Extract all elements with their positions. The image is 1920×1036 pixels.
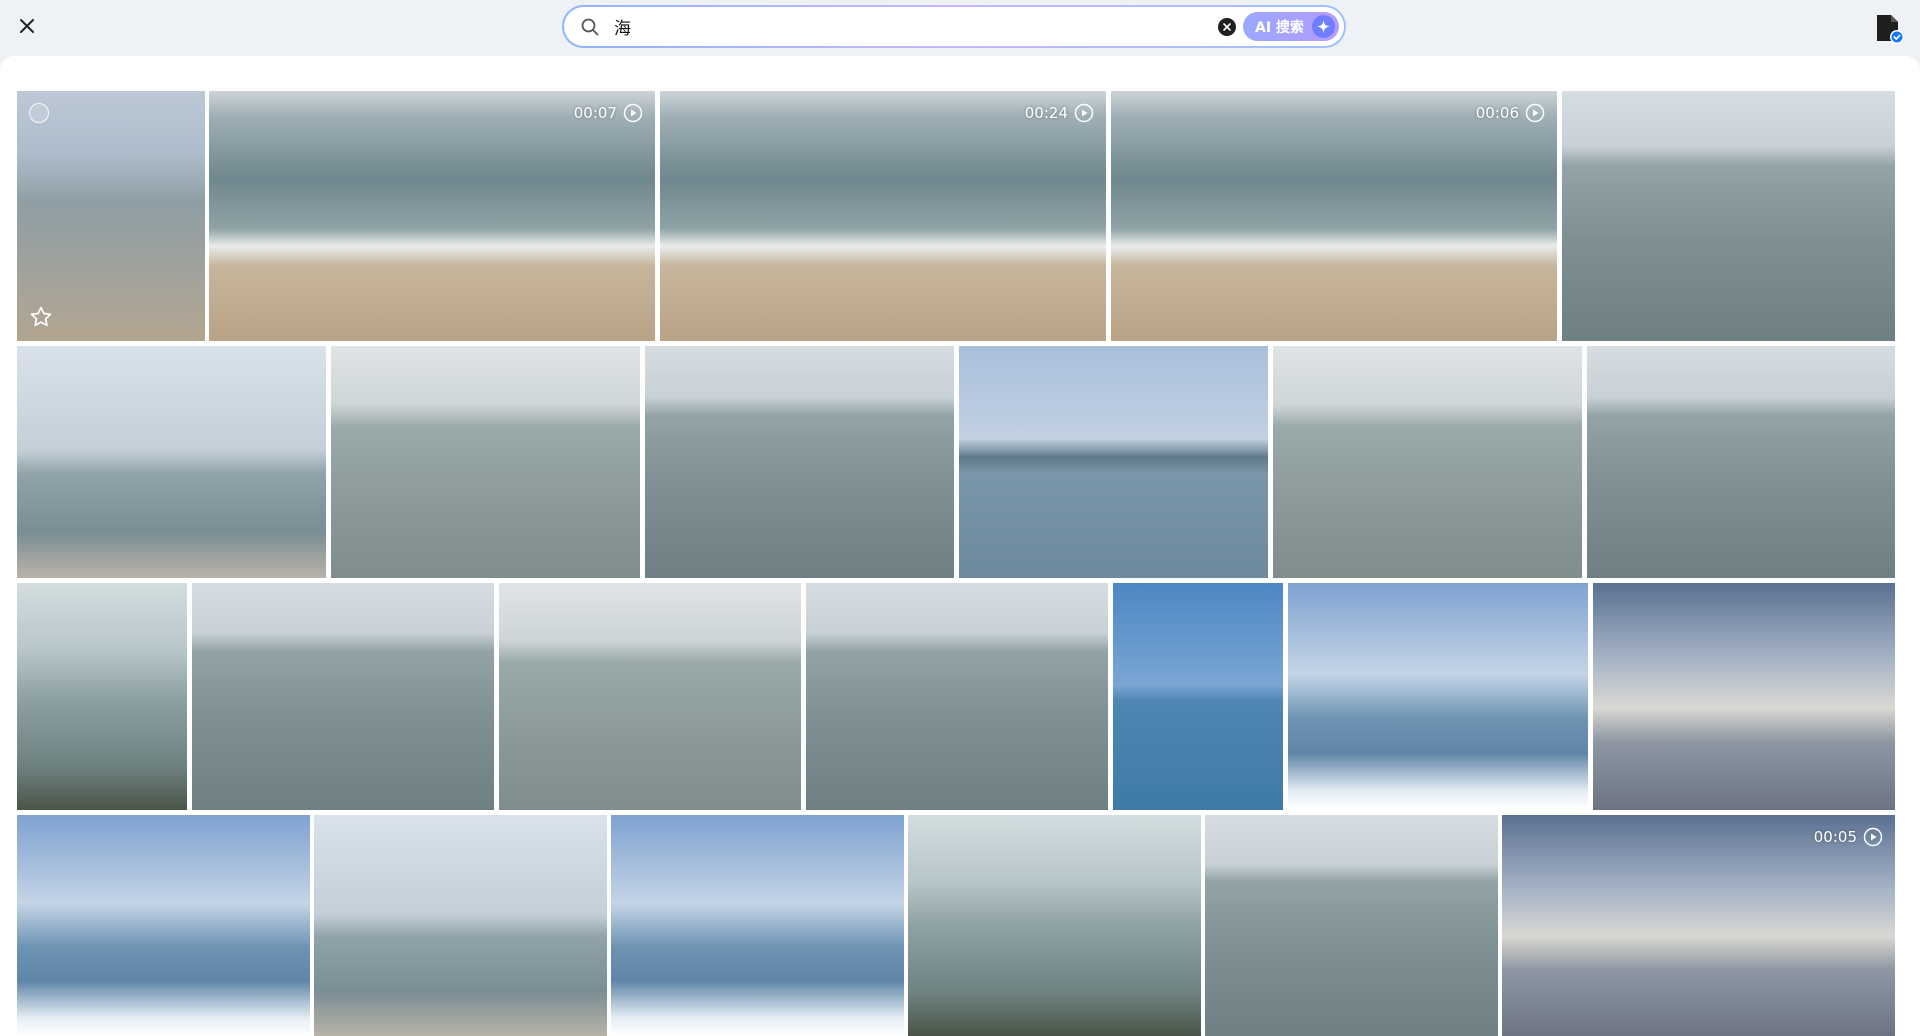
photo-tile[interactable] bbox=[645, 346, 954, 578]
close-button[interactable] bbox=[14, 13, 40, 39]
duration-text: 00:06 bbox=[1475, 104, 1519, 122]
photo-tile[interactable] bbox=[1562, 91, 1895, 341]
photo-tile[interactable] bbox=[1587, 346, 1895, 578]
photo-tile[interactable] bbox=[1593, 583, 1895, 810]
play-icon bbox=[1863, 827, 1883, 847]
ai-search-button[interactable]: AI 搜索 bbox=[1243, 12, 1339, 41]
photo-gallery: 00:07 00:24 00:06 00:05 bbox=[0, 56, 1920, 1036]
photo-tile[interactable] bbox=[499, 583, 801, 810]
photo-tile[interactable] bbox=[17, 91, 205, 341]
search-input[interactable] bbox=[614, 13, 1254, 40]
video-duration: 00:05 bbox=[1814, 827, 1883, 847]
clear-search-button[interactable] bbox=[1218, 18, 1236, 36]
photo-tile[interactable] bbox=[17, 583, 187, 810]
sparkle-icon bbox=[1312, 15, 1335, 38]
video-tile[interactable]: 00:24 bbox=[660, 91, 1106, 341]
duration-text: 00:05 bbox=[1813, 828, 1857, 846]
photo-tile[interactable] bbox=[1113, 583, 1283, 810]
photo-tile[interactable] bbox=[314, 815, 607, 1036]
photo-tile[interactable] bbox=[17, 346, 326, 578]
search-box: AI 搜索 bbox=[562, 5, 1346, 48]
play-icon bbox=[1074, 103, 1094, 123]
document-status-button[interactable] bbox=[1874, 13, 1904, 45]
play-icon bbox=[623, 103, 643, 123]
select-checkbox[interactable] bbox=[29, 103, 49, 123]
photo-tile[interactable] bbox=[959, 346, 1268, 578]
photo-tile[interactable] bbox=[331, 346, 640, 578]
video-duration: 00:07 bbox=[574, 103, 643, 123]
search-icon bbox=[581, 18, 599, 36]
video-duration: 00:24 bbox=[1025, 103, 1094, 123]
photo-tile[interactable] bbox=[611, 815, 904, 1036]
photo-tile[interactable] bbox=[1288, 583, 1588, 810]
photo-tile[interactable] bbox=[806, 583, 1108, 810]
duration-text: 00:24 bbox=[1024, 104, 1068, 122]
document-check-icon bbox=[1877, 15, 1904, 44]
ai-search-label: AI 搜索 bbox=[1255, 19, 1304, 36]
photo-tile[interactable] bbox=[908, 815, 1201, 1036]
photo-tile[interactable] bbox=[192, 583, 494, 810]
video-tile[interactable]: 00:07 bbox=[209, 91, 655, 341]
play-icon bbox=[1525, 103, 1545, 123]
photo-tile[interactable] bbox=[1273, 346, 1582, 578]
favorite-star-icon[interactable] bbox=[29, 305, 53, 329]
video-tile[interactable]: 00:06 bbox=[1111, 91, 1557, 341]
photo-tile[interactable] bbox=[1205, 815, 1498, 1036]
video-tile[interactable]: 00:05 bbox=[1502, 815, 1895, 1036]
photo-tile[interactable] bbox=[17, 815, 310, 1036]
close-icon bbox=[20, 19, 34, 33]
video-duration: 00:06 bbox=[1476, 103, 1545, 123]
top-bar: AI 搜索 bbox=[0, 0, 1920, 56]
clear-icon bbox=[1223, 23, 1231, 31]
duration-text: 00:07 bbox=[573, 104, 617, 122]
